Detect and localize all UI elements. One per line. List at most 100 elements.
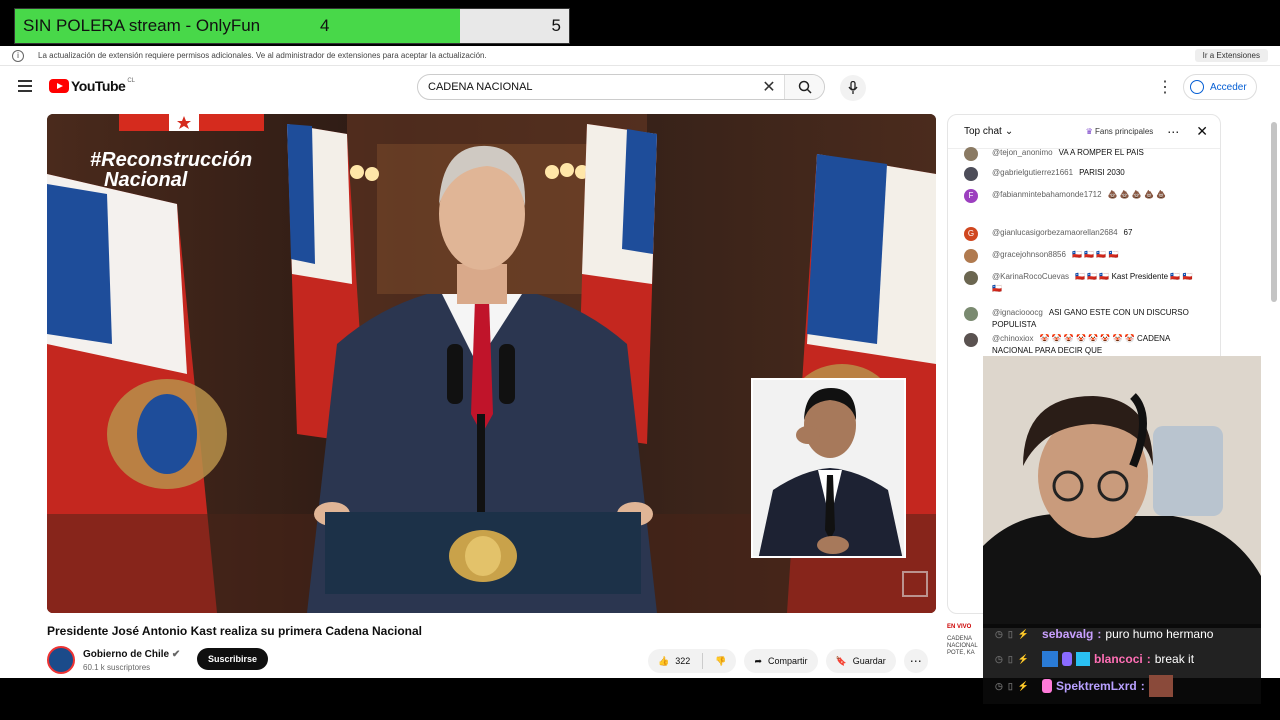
chat-author[interactable]: @KarinaRocoCuevas — [992, 272, 1069, 281]
sign-in-label: Acceder — [1210, 81, 1247, 93]
chat-avatar — [964, 147, 978, 161]
stream-chat-user: sebavalg — [1042, 627, 1094, 641]
thumbs-up-icon: 👍 — [658, 655, 670, 666]
chat-author[interactable]: @ignaciooocg — [992, 308, 1043, 317]
chat-message[interactable]: @gracejohnson8856 🇨🇱 🇨🇱 🇨🇱 🇨🇱 — [964, 249, 1194, 263]
menu-icon[interactable] — [18, 80, 32, 92]
top-chat-dropdown[interactable]: Top chat ⌄ — [964, 126, 1086, 137]
video-player[interactable]: #Reconstrucción Nacional — [47, 114, 936, 613]
live-sub-label: CADENA NACIONAL POTE, KA — [947, 636, 978, 656]
stream-chat-user: SpektremLxrd — [1056, 679, 1137, 693]
stream-chat-line: ◷▯⚡ blancoci: break it — [995, 651, 1195, 667]
chat-message[interactable]: @gabrielgutierrez1661 PARISI 2030 — [964, 167, 1194, 181]
bookmark-icon: 🔖 — [835, 655, 847, 666]
chat-message[interactable]: @chinoxiox 🤡 🤡 🤡 🤡 🤡 🤡 🤡 🤡 CADENA NACIONA… — [964, 333, 1194, 357]
channel-name[interactable]: Gobierno de Chile ✔ — [83, 649, 180, 660]
coat-of-arms-icon — [449, 530, 517, 582]
share-icon: ➦ — [754, 655, 763, 666]
sign-language-interpreter — [751, 378, 906, 558]
share-label: Compartir — [768, 656, 808, 666]
chat-avatar: F — [964, 189, 978, 203]
clear-search-icon[interactable]: ✕ — [754, 77, 784, 97]
account-icon — [1190, 80, 1204, 94]
mod-icons: ◷▯⚡ — [995, 680, 1035, 691]
save-button[interactable]: 🔖 Guardar — [825, 649, 896, 673]
info-icon: i — [12, 49, 24, 62]
chat-author[interactable]: @fabianmintebahamonde1712 — [992, 190, 1102, 199]
hashtag-overlay: #Reconstrucción Nacional — [90, 150, 252, 190]
live-label: EN VIVO — [947, 624, 972, 630]
chat-text: 🇨🇱 🇨🇱 🇨🇱 🇨🇱 — [1071, 250, 1119, 259]
chile-flag-graphic — [119, 114, 264, 131]
more-actions-button[interactable]: ⋯ — [903, 649, 928, 673]
extension-notice-text: La actualización de extensión requiere p… — [38, 51, 487, 60]
chat-header: Top chat ⌄ ♛ Fans principales ⋯ ✕ — [948, 115, 1220, 149]
share-button[interactable]: ➦ Compartir — [744, 649, 818, 673]
chat-message[interactable]: F @fabianmintebahamonde1712 💩 💩 💩 💩 💩 — [964, 189, 1194, 203]
search-input[interactable]: CADENA NACIONAL — [418, 81, 754, 93]
like-button[interactable]: 👍 322 👎 — [648, 649, 737, 673]
chat-more-icon[interactable]: ⋯ — [1167, 125, 1180, 139]
badge-icon — [1062, 652, 1073, 666]
badge-icon — [1042, 651, 1059, 667]
chat-avatar — [964, 249, 978, 263]
chat-avatar: G — [964, 227, 978, 241]
youtube-header: YouTube CL CADENA NACIONAL ✕ ⋮ Acceder — [0, 67, 1280, 107]
channel-avatar[interactable] — [47, 646, 75, 674]
stream-chat-user: blancoci — [1094, 652, 1143, 666]
settings-more-icon[interactable]: ⋮ — [1157, 77, 1174, 97]
close-chat-icon[interactable]: ✕ — [1196, 123, 1208, 140]
poll-title: SIN POLERA stream - OnlyFun — [23, 16, 261, 35]
chat-avatar — [964, 271, 978, 285]
sign-in-button[interactable]: Acceder — [1183, 74, 1257, 100]
chat-author[interactable]: @gracejohnson8856 — [992, 250, 1066, 259]
chat-message[interactable]: @tejon_anonimo VA A ROMPER EL PAIS — [964, 147, 1194, 161]
top-fans-button[interactable]: ♛ Fans principales — [1086, 127, 1154, 136]
badge-icon — [1076, 652, 1091, 666]
streamer-figure — [983, 356, 1261, 628]
stream-chat-line: ◷▯⚡ SpektremLxrd: — [995, 675, 1173, 697]
live-now-strip: EN VIVO CADENA NACIONAL POTE, KA — [947, 624, 983, 657]
youtube-logo-text: YouTube — [71, 78, 126, 94]
badge-icon — [1042, 679, 1053, 693]
chat-message[interactable]: G @gianlucasigorbezamaorellan2684 67 — [964, 227, 1194, 241]
hashtag-line-1: #Reconstrucción — [90, 149, 253, 171]
chat-message[interactable]: @KarinaRocoCuevas 🇨🇱 🇨🇱 🇨🇱 Kast President… — [964, 271, 1194, 295]
subscribe-button[interactable]: Suscribirse — [197, 648, 269, 670]
chat-avatar — [964, 167, 978, 181]
stream-chat-line: ◷▯⚡ sebavalg: puro humo hermano — [995, 627, 1214, 641]
stream-chat-text: puro humo hermano — [1105, 627, 1214, 641]
search-box[interactable]: CADENA NACIONAL ✕ — [417, 74, 825, 100]
search-button[interactable] — [784, 75, 824, 99]
chat-message[interactable]: @ignaciooocg ASI GANO ESTE CON UN DISCURS… — [964, 307, 1194, 331]
go-to-extensions-button[interactable]: Ir a Extensiones — [1194, 49, 1268, 62]
page-scrollbar[interactable] — [1271, 122, 1277, 302]
poll-right-segment: 5 — [460, 9, 569, 43]
save-label: Guardar — [852, 656, 886, 666]
chat-text: PARISI 2030 — [1079, 168, 1125, 177]
video-actions: 👍 322 👎 ➦ Compartir 🔖 Guardar ⋯ — [648, 649, 928, 673]
like-count: 322 — [675, 656, 691, 666]
chat-author[interactable]: @gianlucasigorbezamaorellan2684 — [992, 228, 1118, 237]
chat-author[interactable]: @gabrielgutierrez1661 — [992, 168, 1073, 177]
chevron-down-icon: ⌄ — [1004, 126, 1014, 137]
youtube-logo[interactable]: YouTube CL — [49, 78, 135, 94]
stream-chat-overlay: ◷▯⚡ sebavalg: puro humo hermano ◷▯⚡ blan… — [983, 624, 1261, 704]
emote-icon — [1148, 675, 1173, 697]
country-code: CL — [127, 78, 135, 84]
extension-notice-bar: i La actualización de extensión requiere… — [0, 46, 1280, 66]
chat-avatar — [964, 333, 978, 347]
microphone-icon — [848, 81, 858, 94]
poll-left-count: 4 — [320, 16, 330, 35]
mod-icons: ◷▯⚡ — [995, 653, 1035, 664]
hashtag-line-2: Nacional — [104, 169, 188, 191]
chat-author[interactable]: @chinoxiox — [992, 334, 1033, 343]
thumbs-down-icon[interactable]: 👎 — [715, 656, 726, 667]
chat-author[interactable]: @tejon_anonimo — [992, 148, 1053, 157]
voice-search-button[interactable] — [840, 75, 866, 101]
crown-icon: ♛ — [1085, 127, 1093, 136]
video-title: Presidente José Antonio Kast realiza su … — [47, 624, 423, 638]
chat-text: 67 — [1123, 228, 1133, 237]
stream-chat-text: break it — [1154, 652, 1195, 666]
mod-icons: ◷▯⚡ — [995, 628, 1035, 639]
